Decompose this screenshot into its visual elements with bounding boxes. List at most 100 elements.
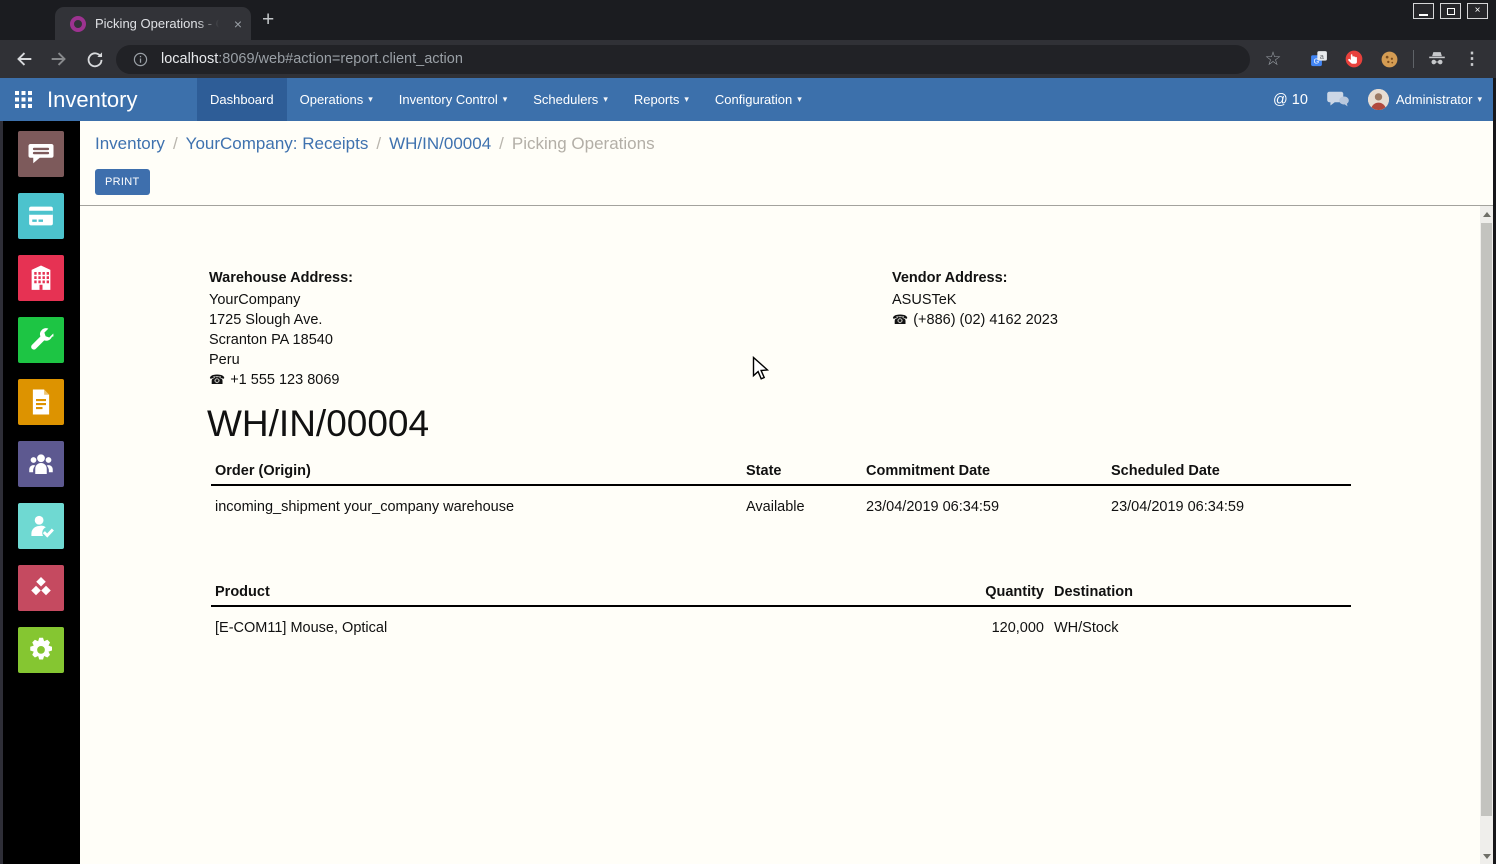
warehouse-city: Scranton PA 18540 (209, 330, 353, 350)
phone-icon: ☎ (209, 370, 225, 390)
gear-icon (26, 635, 56, 665)
breadcrumb-receipts[interactable]: YourCompany: Receipts (186, 134, 369, 153)
scroll-up-button[interactable] (1480, 206, 1493, 222)
svg-text:G: G (1314, 58, 1320, 66)
main-content: Inventory / YourCompany: Receipts / WH/IN/00… (80, 121, 1493, 864)
chevron-down-icon: ▾ (684, 94, 689, 105)
at-icon: @ (1273, 92, 1288, 108)
activities-button[interactable]: @ 10 (1273, 92, 1308, 108)
col-state: State (742, 461, 862, 481)
warehouse-company: YourCompany (209, 290, 353, 310)
screen: Picking Operations - Odoo × + × localhos… (0, 0, 1496, 864)
warehouse-phone-line: ☎+1 555 123 8069 (209, 370, 353, 390)
menu-schedulers[interactable]: Schedulers▾ (520, 78, 621, 121)
col-order-origin: Order (Origin) (211, 461, 742, 481)
col-scheduled-date: Scheduled Date (1107, 461, 1351, 481)
credit-card-icon (26, 201, 56, 231)
toolbar-separator (1413, 50, 1414, 68)
sidebar-app-invoicing[interactable] (18, 193, 64, 239)
url-text: localhost:8069/web#action=report.client_… (161, 51, 463, 67)
warehouse-country: Peru (209, 350, 353, 370)
sidebar-app-inventory[interactable] (18, 565, 64, 611)
adblock-extension-icon[interactable] (1342, 47, 1366, 71)
sidebar-app-employees[interactable] (18, 441, 64, 487)
menu-reports[interactable]: Reports▾ (621, 78, 702, 121)
product-table-header: Product Quantity Destination (211, 582, 1351, 607)
browser-toolbar: localhost:8069/web#action=report.client_… (0, 40, 1496, 78)
window-maximize-button[interactable] (1440, 3, 1461, 19)
people-icon (26, 449, 56, 479)
warehouse-address-label: Warehouse Address: (209, 268, 353, 288)
app-sidebar (0, 121, 80, 864)
person-check-icon (26, 511, 56, 541)
order-table: Order (Origin) State Commitment Date Sch… (211, 461, 1351, 517)
back-button[interactable] (12, 47, 36, 71)
product-table-row: [E-COM11] Mouse, Optical 120,000 WH/Stoc… (211, 607, 1351, 638)
menu-inventory-control[interactable]: Inventory Control▾ (386, 78, 521, 121)
odoo-navbar: Inventory Dashboard Operations▾ Inventor… (0, 78, 1496, 121)
chevron-down-icon: ▾ (503, 94, 508, 105)
chevron-down-icon: ▾ (603, 94, 608, 105)
sidebar-app-recruitment[interactable] (18, 503, 64, 549)
breadcrumb-separator: / (499, 134, 504, 153)
triangle-down-icon (1483, 854, 1491, 859)
breadcrumb-picking[interactable]: WH/IN/00004 (389, 134, 491, 153)
menu-configuration[interactable]: Configuration▾ (702, 78, 815, 121)
vendor-company: ASUSTeK (892, 290, 1058, 310)
site-info-icon[interactable] (128, 47, 152, 71)
sidebar-app-settings[interactable] (18, 627, 64, 673)
bookmark-star-icon[interactable]: ☆ (1261, 47, 1285, 71)
maximize-icon (1447, 8, 1455, 15)
cookie-extension-icon[interactable] (1377, 47, 1401, 71)
breadcrumb-separator: / (376, 134, 381, 153)
window-close-button[interactable]: × (1467, 3, 1488, 19)
breadcrumb-separator: / (173, 134, 178, 153)
chevron-down-icon: ▾ (1477, 94, 1482, 105)
report-scrollbar[interactable] (1480, 206, 1493, 864)
breadcrumb-current: Picking Operations (512, 134, 655, 153)
browser-tab[interactable]: Picking Operations - Odoo × (55, 7, 251, 40)
new-tab-button[interactable]: + (262, 8, 274, 32)
product-destination: WH/Stock (1044, 618, 1351, 638)
browser-tab-strip: Picking Operations - Odoo × + × (0, 0, 1496, 40)
panel-divider (80, 205, 1493, 206)
product-table: Product Quantity Destination [E-COM11] M… (211, 582, 1351, 638)
sidebar-app-discuss[interactable] (18, 131, 64, 177)
menu-dashboard[interactable]: Dashboard (197, 78, 287, 121)
scroll-down-button[interactable] (1480, 848, 1493, 864)
incognito-icon[interactable] (1425, 47, 1449, 71)
speech-bubble-icon (26, 139, 56, 169)
translate-extension-icon[interactable]: aG (1307, 47, 1331, 71)
cubes-icon (26, 573, 56, 603)
forward-button[interactable] (47, 47, 71, 71)
user-avatar[interactable] (1368, 89, 1389, 110)
messages-icon[interactable] (1326, 90, 1350, 110)
order-table-row: incoming_shipment your_company warehouse… (211, 486, 1351, 517)
scrollbar-thumb[interactable] (1481, 223, 1492, 816)
sidebar-app-purchase[interactable] (18, 379, 64, 425)
tab-title: Picking Operations - Odoo (95, 16, 219, 31)
warehouse-phone: +1 555 123 8069 (230, 370, 339, 390)
vendor-address: Vendor Address: ASUSTeK ☎(+886) (02) 416… (892, 268, 1058, 330)
app-name: Inventory (47, 87, 138, 113)
url-bar[interactable]: localhost:8069/web#action=report.client_… (116, 45, 1250, 74)
browser-menu-icon[interactable]: ⋮ (1460, 47, 1484, 71)
print-button[interactable]: PRINT (95, 169, 150, 195)
window-minimize-button[interactable] (1413, 3, 1434, 19)
minimize-icon (1419, 14, 1428, 16)
sidebar-app-company[interactable] (18, 255, 64, 301)
nav-menus: Dashboard Operations▾ Inventory Control▾… (197, 78, 815, 121)
triangle-up-icon (1483, 212, 1491, 217)
col-quantity: Quantity (831, 582, 1044, 602)
order-scheduled-date: 23/04/2019 06:34:59 (1107, 497, 1351, 517)
menu-operations[interactable]: Operations▾ (287, 78, 386, 121)
reload-button[interactable] (82, 47, 106, 71)
order-commitment-date: 23/04/2019 06:34:59 (862, 497, 1107, 517)
breadcrumb-inventory[interactable]: Inventory (95, 134, 165, 153)
apps-grid-icon[interactable] (15, 91, 32, 108)
window-controls: × (1413, 3, 1488, 19)
chevron-down-icon: ▾ (797, 94, 802, 105)
tab-close-icon[interactable]: × (234, 17, 242, 31)
user-name[interactable]: Administrator (1396, 92, 1473, 107)
sidebar-app-repair[interactable] (18, 317, 64, 363)
